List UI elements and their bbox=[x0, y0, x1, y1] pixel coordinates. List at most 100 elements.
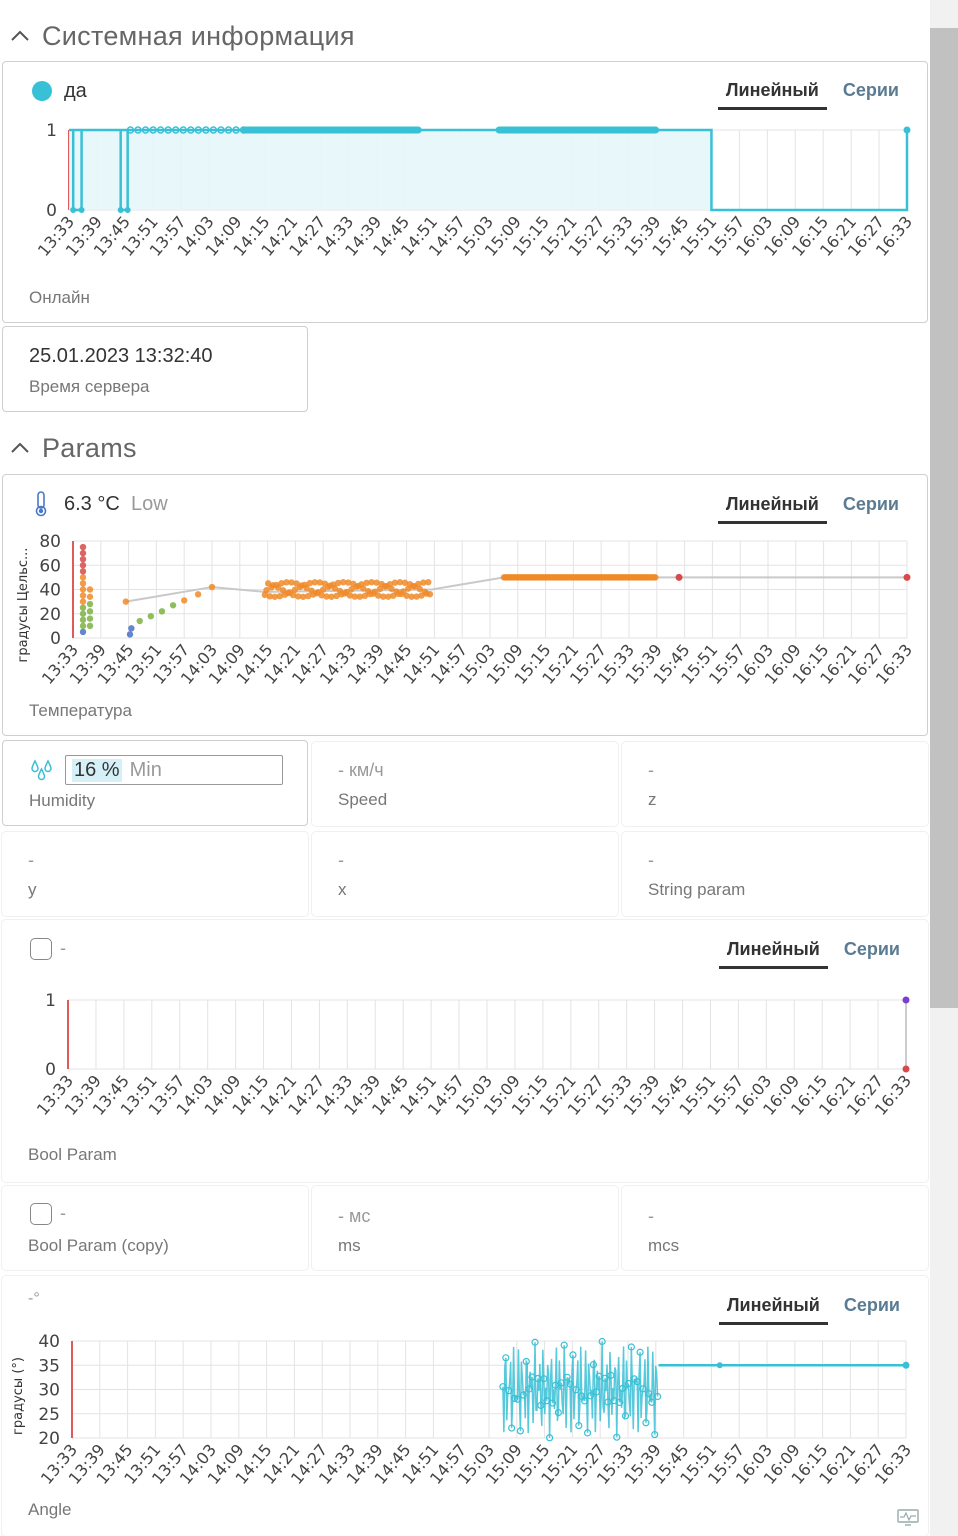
section-header-system[interactable]: Системная информация bbox=[8, 16, 355, 56]
string-param-value: - bbox=[648, 850, 654, 870]
temperature-point bbox=[169, 602, 177, 609]
water-drops-icon bbox=[31, 759, 52, 781]
y-label: y bbox=[28, 880, 37, 899]
temperature-label: Температура bbox=[29, 701, 132, 720]
scrollbar-thumb[interactable] bbox=[930, 28, 958, 1008]
section-title: Системная информация bbox=[42, 20, 355, 51]
chevron-up-icon bbox=[11, 442, 29, 453]
temperature-point bbox=[79, 580, 87, 587]
temperature-point bbox=[425, 579, 432, 586]
angle-chart: 13:3313:3913:4513:5113:5714:0314:0914:15… bbox=[11, 1332, 915, 1488]
y-tick-label: 35 bbox=[38, 1356, 60, 1376]
ms-value: - мс bbox=[338, 1206, 371, 1226]
online-card: да Линейный Серии 13:33 13:39 13:45 13:51 13… bbox=[2, 61, 928, 323]
temperature-point bbox=[122, 598, 130, 605]
online-area bbox=[69, 130, 907, 210]
temperature-point bbox=[79, 586, 87, 593]
angle-card: -° Линейный Серии 13:33 13:39 13:45 13:51 13… bbox=[2, 1276, 928, 1536]
angle-label: Angle bbox=[28, 1500, 72, 1519]
temperature-point bbox=[86, 622, 94, 630]
temperature-point bbox=[79, 610, 87, 617]
monitor-chart-icon[interactable] bbox=[896, 1508, 920, 1528]
temperature-card: 6.3 °C Low Линейный Серии 13:33 13:39 13:4… bbox=[2, 474, 928, 736]
temperature-point bbox=[128, 625, 135, 632]
y-axis-title: градусы (°) bbox=[11, 1357, 26, 1435]
online-chart: 13:3313:3913:4513:5113:5714:0314:0914:15… bbox=[34, 121, 916, 260]
bool-param-card: - Линейный Серии 13:33 13:39 13:45 13:51 13:… bbox=[2, 920, 928, 1182]
bool-param-copy-checkbox[interactable] bbox=[30, 1203, 52, 1225]
speed-tile: - км/ч Speed bbox=[312, 742, 618, 826]
speed-label: Speed bbox=[338, 790, 388, 809]
y-tick-label: 25 bbox=[38, 1405, 60, 1425]
bool-param-copy-label: Bool Param (copy) bbox=[28, 1236, 169, 1255]
humidity-value-field[interactable]: 16 % Min bbox=[65, 755, 283, 785]
online-point bbox=[117, 207, 124, 213]
y-tick-label: 1 bbox=[45, 991, 56, 1011]
humidity-card: 16 % Min Humidity bbox=[2, 740, 308, 826]
temperature-point bbox=[86, 593, 94, 600]
y-axis-title: градусы Цельс... bbox=[16, 548, 31, 663]
x-value: - bbox=[338, 850, 344, 870]
angle-point bbox=[902, 1361, 910, 1369]
string-param-tile: - String param bbox=[622, 832, 928, 916]
string-param-label: String param bbox=[648, 880, 746, 899]
angle-point bbox=[716, 1362, 723, 1369]
ms-label: ms bbox=[338, 1236, 361, 1255]
temperature-point bbox=[79, 598, 87, 605]
temperature-point bbox=[79, 628, 87, 636]
bool-param-copy-tile: - Bool Param (copy) bbox=[2, 1186, 308, 1270]
server-time-label: Время сервера bbox=[29, 377, 150, 396]
temperature-point bbox=[194, 591, 202, 598]
chevron-up-icon bbox=[11, 30, 29, 41]
temperature-point bbox=[79, 555, 87, 563]
y-tick-label: 60 bbox=[39, 556, 61, 576]
temperature-chart: 13:3313:3913:4513:5113:5714:0314:0914:15… bbox=[16, 532, 916, 688]
y-tick-label: 0 bbox=[45, 1060, 56, 1080]
temperature-point bbox=[903, 573, 911, 581]
temperature-point bbox=[79, 574, 87, 581]
temperature-point bbox=[79, 604, 87, 611]
temperature-point bbox=[426, 590, 434, 598]
temperature-point bbox=[86, 586, 94, 593]
x-label: x bbox=[338, 880, 347, 899]
z-label: z bbox=[648, 790, 657, 809]
server-time-card: 25.01.2023 13:32:40 Время сервера bbox=[2, 326, 308, 412]
temperature-point bbox=[79, 592, 87, 599]
z-tile: - z bbox=[622, 742, 928, 826]
temperature-point bbox=[126, 631, 134, 638]
mcs-value: - bbox=[648, 1206, 654, 1226]
temperature-point bbox=[181, 597, 188, 604]
online-point bbox=[903, 126, 911, 134]
temperature-point bbox=[652, 574, 659, 581]
z-value: - bbox=[648, 760, 654, 780]
y-tick-label: 30 bbox=[38, 1381, 60, 1401]
temperature-point bbox=[675, 573, 683, 581]
temperature-point bbox=[79, 568, 87, 575]
section-title: Params bbox=[42, 432, 137, 463]
temperature-point bbox=[86, 600, 94, 608]
y-tick-label: 80 bbox=[39, 532, 61, 552]
y-tile: - y bbox=[2, 832, 308, 916]
mcs-tile: - mcs bbox=[622, 1186, 928, 1270]
y-tick-label: 1 bbox=[46, 121, 57, 141]
bool-point bbox=[902, 1065, 910, 1073]
humidity-label: Humidity bbox=[29, 791, 96, 810]
temperature-point bbox=[208, 583, 216, 591]
bool-point bbox=[902, 996, 910, 1004]
y-tick-label: 0 bbox=[50, 629, 61, 649]
bool-param-chart: 13:3313:3913:4513:5113:5714:0314:0914:15… bbox=[33, 991, 915, 1119]
online-point bbox=[70, 207, 77, 213]
bool-param-copy-value: - bbox=[60, 1203, 66, 1223]
y-tick-label: 0 bbox=[46, 201, 57, 221]
section-header-params[interactable]: Params bbox=[8, 428, 137, 468]
y-tick-label: 40 bbox=[39, 581, 61, 601]
temperature-point bbox=[86, 615, 94, 622]
speed-value: - км/ч bbox=[338, 760, 384, 780]
ms-tile: - мс ms bbox=[312, 1186, 618, 1270]
temperature-point bbox=[79, 622, 87, 630]
temperature-point bbox=[79, 543, 87, 551]
server-time-value: 25.01.2023 13:32:40 bbox=[29, 345, 213, 367]
y-tick-label: 20 bbox=[38, 1429, 60, 1449]
online-point bbox=[124, 207, 131, 213]
temperature-point bbox=[79, 549, 87, 557]
